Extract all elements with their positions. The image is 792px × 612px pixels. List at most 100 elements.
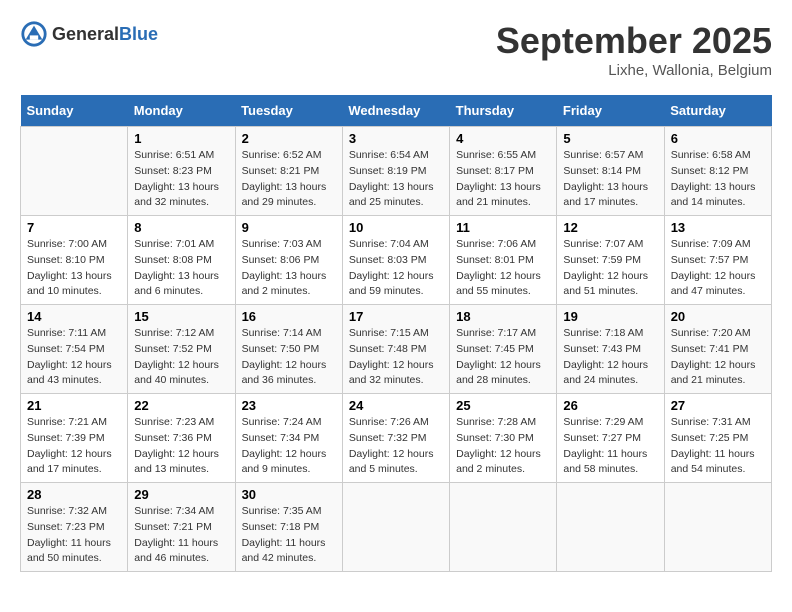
day-info: Sunrise: 6:54 AMSunset: 8:19 PMDaylight:… — [349, 148, 443, 211]
calendar-week-4: 21 Sunrise: 7:21 AMSunset: 7:39 PMDayligh… — [21, 394, 772, 483]
month-title: September 2025 — [496, 20, 772, 62]
day-info: Sunrise: 7:21 AMSunset: 7:39 PMDaylight:… — [27, 415, 121, 478]
day-number: 12 — [563, 220, 657, 235]
day-info: Sunrise: 6:52 AMSunset: 8:21 PMDaylight:… — [242, 148, 336, 211]
calendar-cell: 23 Sunrise: 7:24 AMSunset: 7:34 PMDayligh… — [235, 394, 342, 483]
day-info: Sunrise: 7:31 AMSunset: 7:25 PMDaylight:… — [671, 415, 765, 478]
logo: GeneralBlue — [20, 20, 158, 48]
calendar-cell: 20Sunrise: 7:20 AMSunset: 7:41 PMDayligh… — [664, 305, 771, 394]
day-number: 20 — [671, 309, 765, 324]
day-number: 9 — [242, 220, 336, 235]
col-thursday: Thursday — [450, 95, 557, 127]
calendar-cell: 1 Sunrise: 6:51 AMSunset: 8:23 PMDaylight… — [128, 127, 235, 216]
col-monday: Monday — [128, 95, 235, 127]
calendar-cell — [664, 483, 771, 572]
day-number: 14 — [27, 309, 121, 324]
calendar-header-row: Sunday Monday Tuesday Wednesday Thursday… — [21, 95, 772, 127]
calendar-cell: 11 Sunrise: 7:06 AMSunset: 8:01 PMDayligh… — [450, 216, 557, 305]
day-info: Sunrise: 7:18 AMSunset: 7:43 PMDaylight:… — [563, 326, 657, 389]
calendar-cell: 2Sunrise: 6:52 AMSunset: 8:21 PMDaylight… — [235, 127, 342, 216]
calendar-cell: 17 Sunrise: 7:15 AMSunset: 7:48 PMDayligh… — [342, 305, 449, 394]
calendar-cell: 3 Sunrise: 6:54 AMSunset: 8:19 PMDaylight… — [342, 127, 449, 216]
calendar-cell: 21 Sunrise: 7:21 AMSunset: 7:39 PMDayligh… — [21, 394, 128, 483]
calendar-cell: 18 Sunrise: 7:17 AMSunset: 7:45 PMDayligh… — [450, 305, 557, 394]
day-number: 21 — [27, 398, 121, 413]
day-number: 7 — [27, 220, 121, 235]
day-number: 22 — [134, 398, 228, 413]
col-tuesday: Tuesday — [235, 95, 342, 127]
day-number: 11 — [456, 220, 550, 235]
day-number: 23 — [242, 398, 336, 413]
day-info: Sunrise: 7:00 AMSunset: 8:10 PMDaylight:… — [27, 237, 121, 300]
day-number: 18 — [456, 309, 550, 324]
col-friday: Friday — [557, 95, 664, 127]
day-number: 26 — [563, 398, 657, 413]
calendar-week-5: 28Sunrise: 7:32 AMSunset: 7:23 PMDayligh… — [21, 483, 772, 572]
calendar-week-2: 7 Sunrise: 7:00 AMSunset: 8:10 PMDaylight… — [21, 216, 772, 305]
day-number: 13 — [671, 220, 765, 235]
logo-text: GeneralBlue — [52, 24, 158, 45]
day-info: Sunrise: 7:24 AMSunset: 7:34 PMDaylight:… — [242, 415, 336, 478]
col-wednesday: Wednesday — [342, 95, 449, 127]
day-number: 17 — [349, 309, 443, 324]
calendar-cell: 4 Sunrise: 6:55 AMSunset: 8:17 PMDaylight… — [450, 127, 557, 216]
calendar-cell: 16Sunrise: 7:14 AMSunset: 7:50 PMDayligh… — [235, 305, 342, 394]
day-info: Sunrise: 6:55 AMSunset: 8:17 PMDaylight:… — [456, 148, 550, 211]
day-number: 8 — [134, 220, 228, 235]
day-info: Sunrise: 7:29 AMSunset: 7:27 PMDaylight:… — [563, 415, 657, 478]
logo-general: General — [52, 24, 119, 44]
day-info: Sunrise: 7:26 AMSunset: 7:32 PMDaylight:… — [349, 415, 443, 478]
day-number: 19 — [563, 309, 657, 324]
day-info: Sunrise: 7:17 AMSunset: 7:45 PMDaylight:… — [456, 326, 550, 389]
col-saturday: Saturday — [664, 95, 771, 127]
day-number: 15 — [134, 309, 228, 324]
page-header: GeneralBlue September 2025 Lixhe, Wallon… — [20, 20, 772, 79]
day-info: Sunrise: 6:51 AMSunset: 8:23 PMDaylight:… — [134, 148, 228, 211]
day-info: Sunrise: 6:57 AMSunset: 8:14 PMDaylight:… — [563, 148, 657, 211]
calendar-cell: 7 Sunrise: 7:00 AMSunset: 8:10 PMDaylight… — [21, 216, 128, 305]
calendar-cell — [450, 483, 557, 572]
calendar-cell: 9Sunrise: 7:03 AMSunset: 8:06 PMDaylight… — [235, 216, 342, 305]
day-info: Sunrise: 7:32 AMSunset: 7:23 PMDaylight:… — [27, 504, 121, 567]
day-info: Sunrise: 7:07 AMSunset: 7:59 PMDaylight:… — [563, 237, 657, 300]
day-info: Sunrise: 7:34 AMSunset: 7:21 PMDaylight:… — [134, 504, 228, 567]
calendar-table: Sunday Monday Tuesday Wednesday Thursday… — [20, 95, 772, 572]
calendar-cell — [342, 483, 449, 572]
calendar-week-1: 1 Sunrise: 6:51 AMSunset: 8:23 PMDaylight… — [21, 127, 772, 216]
day-info: Sunrise: 6:58 AMSunset: 8:12 PMDaylight:… — [671, 148, 765, 211]
day-number: 3 — [349, 131, 443, 146]
day-info: Sunrise: 7:28 AMSunset: 7:30 PMDaylight:… — [456, 415, 550, 478]
col-sunday: Sunday — [21, 95, 128, 127]
calendar-cell: 29Sunrise: 7:34 AMSunset: 7:21 PMDayligh… — [128, 483, 235, 572]
title-block: September 2025 Lixhe, Wallonia, Belgium — [496, 20, 772, 79]
day-number: 1 — [134, 131, 228, 146]
calendar-cell: 14Sunrise: 7:11 AMSunset: 7:54 PMDayligh… — [21, 305, 128, 394]
day-info: Sunrise: 7:15 AMSunset: 7:48 PMDaylight:… — [349, 326, 443, 389]
day-info: Sunrise: 7:06 AMSunset: 8:01 PMDaylight:… — [456, 237, 550, 300]
calendar-cell: 10Sunrise: 7:04 AMSunset: 8:03 PMDayligh… — [342, 216, 449, 305]
calendar-cell: 8 Sunrise: 7:01 AMSunset: 8:08 PMDaylight… — [128, 216, 235, 305]
calendar-cell — [21, 127, 128, 216]
calendar-cell: 25 Sunrise: 7:28 AMSunset: 7:30 PMDayligh… — [450, 394, 557, 483]
location: Lixhe, Wallonia, Belgium — [496, 62, 772, 79]
day-info: Sunrise: 7:09 AMSunset: 7:57 PMDaylight:… — [671, 237, 765, 300]
calendar-cell: 27 Sunrise: 7:31 AMSunset: 7:25 PMDayligh… — [664, 394, 771, 483]
calendar-cell: 12 Sunrise: 7:07 AMSunset: 7:59 PMDayligh… — [557, 216, 664, 305]
day-info: Sunrise: 7:23 AMSunset: 7:36 PMDaylight:… — [134, 415, 228, 478]
calendar-cell — [557, 483, 664, 572]
day-number: 4 — [456, 131, 550, 146]
calendar-cell: 30Sunrise: 7:35 AMSunset: 7:18 PMDayligh… — [235, 483, 342, 572]
day-number: 27 — [671, 398, 765, 413]
calendar-cell: 22 Sunrise: 7:23 AMSunset: 7:36 PMDayligh… — [128, 394, 235, 483]
day-number: 6 — [671, 131, 765, 146]
day-number: 10 — [349, 220, 443, 235]
day-info: Sunrise: 7:35 AMSunset: 7:18 PMDaylight:… — [242, 504, 336, 567]
calendar-cell: 13 Sunrise: 7:09 AMSunset: 7:57 PMDayligh… — [664, 216, 771, 305]
day-info: Sunrise: 7:12 AMSunset: 7:52 PMDaylight:… — [134, 326, 228, 389]
calendar-cell: 19 Sunrise: 7:18 AMSunset: 7:43 PMDayligh… — [557, 305, 664, 394]
day-number: 24 — [349, 398, 443, 413]
logo-blue: Blue — [119, 24, 158, 44]
day-info: Sunrise: 7:01 AMSunset: 8:08 PMDaylight:… — [134, 237, 228, 300]
day-number: 25 — [456, 398, 550, 413]
calendar-cell: 5Sunrise: 6:57 AMSunset: 8:14 PMDaylight… — [557, 127, 664, 216]
